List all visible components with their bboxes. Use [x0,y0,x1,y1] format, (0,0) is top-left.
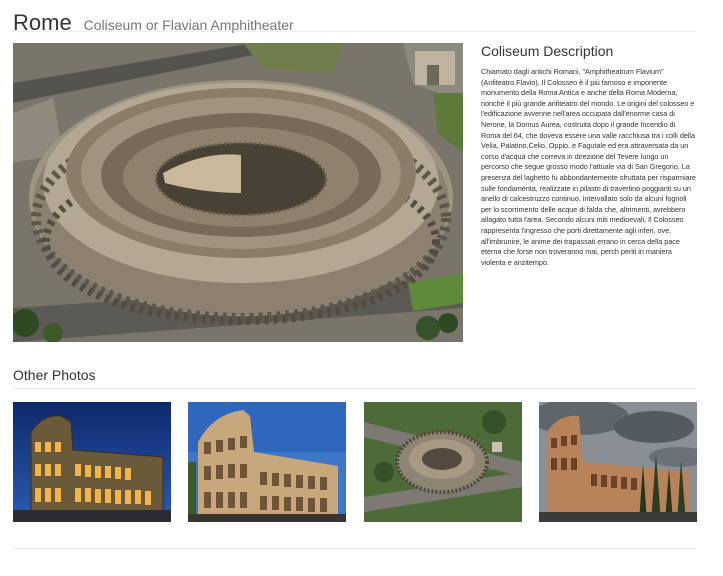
photo-thumbnail[interactable] [539,402,697,522]
other-photos-heading: Other Photos [13,367,96,383]
page-header: Rome Coliseum or Flavian Amphitheater [13,0,696,35]
photo-gallery [13,402,697,522]
description-panel: Coliseum Description Chiamato dagli anti… [481,43,696,268]
photo-thumbnail[interactable] [13,402,171,522]
main-photo [13,43,463,342]
other-photos-header: Other Photos [13,365,696,389]
page-title: Rome Coliseum or Flavian Amphitheater [13,1,294,38]
monument-subtitle: Coliseum or Flavian Amphitheater [83,17,294,33]
photo-thumbnail[interactable] [364,402,522,522]
city-title: Rome [13,10,72,35]
description-text: Chiamato dagli antichi Romani, "Amphithe… [481,67,696,267]
photo-thumbnail[interactable] [188,402,346,522]
footer-divider [13,548,696,549]
description-heading: Coliseum Description [481,43,614,59]
